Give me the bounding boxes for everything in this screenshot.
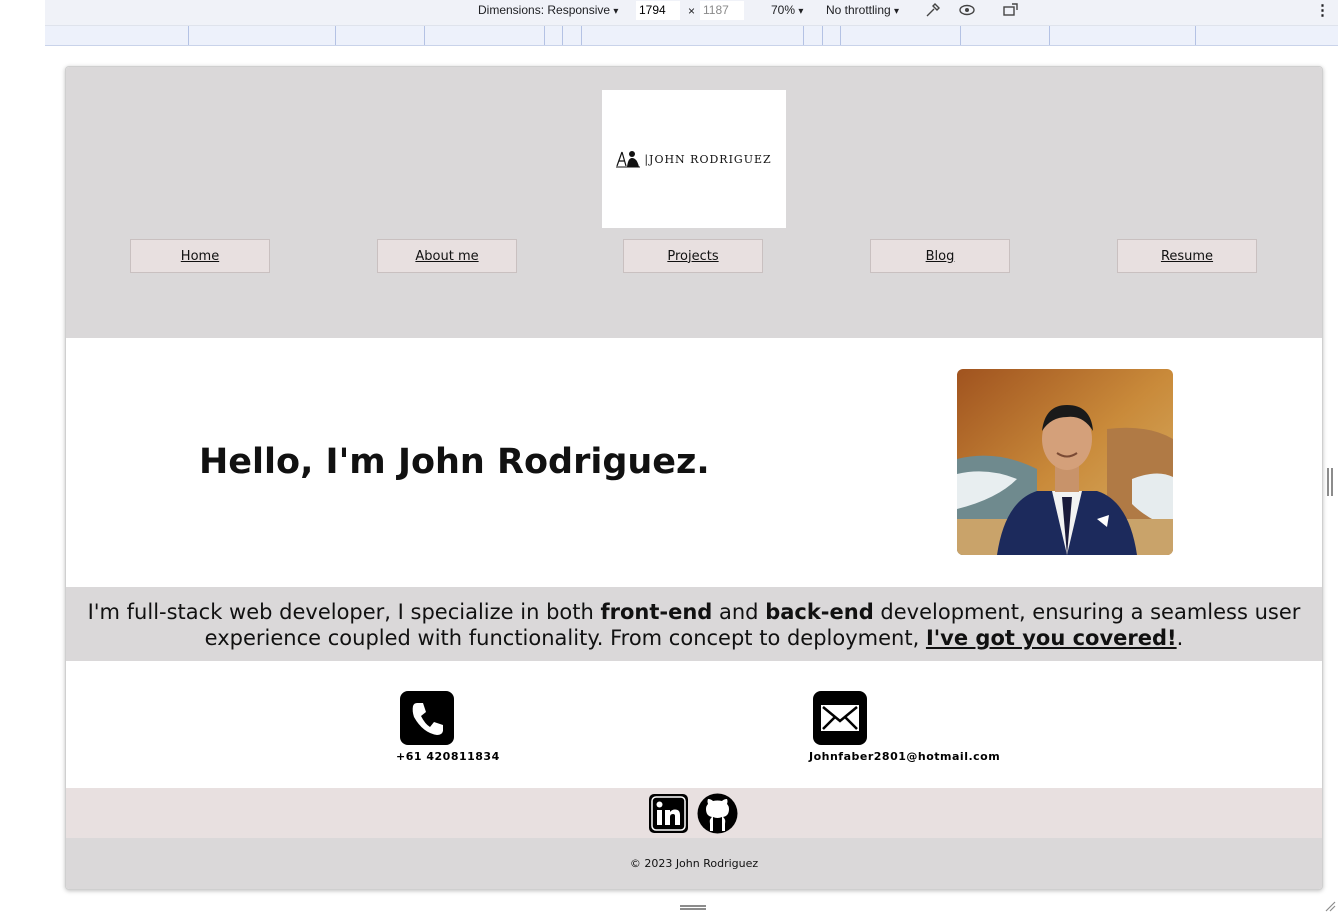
social-links <box>66 788 1322 838</box>
about-frontend: front-end <box>600 600 713 624</box>
media-query-ruler <box>45 26 1338 46</box>
silhouette-logo-icon <box>616 151 641 168</box>
email-icon[interactable] <box>813 691 867 745</box>
nav-projects-button[interactable]: Projects <box>623 239 763 273</box>
ruler-tick <box>960 26 961 45</box>
ruler-tick <box>803 26 804 45</box>
about-text-1: I'm full-stack web developer, I speciali… <box>87 600 601 624</box>
times-sign: × <box>688 4 696 18</box>
throttling-dropdown[interactable]: No throttling ▾ <box>826 3 899 17</box>
width-input[interactable]: 1794 <box>636 1 680 20</box>
ruler-tick <box>822 26 823 45</box>
ruler-tick <box>840 26 841 45</box>
dimensions-dropdown[interactable]: Dimensions: Responsive ▾ <box>478 3 618 17</box>
phone-icon[interactable] <box>400 691 454 745</box>
logo-text: |JOHN RODRIGUEZ <box>644 152 772 166</box>
about-text-4: . <box>1176 626 1184 650</box>
nav-blog-button[interactable]: Blog <box>870 239 1010 273</box>
rotate-icon[interactable] <box>1002 1 1020 22</box>
more-options-icon[interactable]: ⋮ <box>1315 1 1330 19</box>
resize-handle-bottom[interactable] <box>680 905 706 910</box>
profile-photo <box>957 369 1173 555</box>
about-text-2: and <box>712 600 766 624</box>
ruler-tick <box>188 26 189 45</box>
site-logo[interactable]: |JOHN RODRIGUEZ <box>602 90 786 228</box>
site-header: |JOHN RODRIGUEZ Home About me Projects B… <box>66 67 1322 338</box>
ruler-tick <box>562 26 563 45</box>
email-address: Johnfaber2801@hotmail.com <box>809 750 1001 763</box>
phone-number: +61 420811834 <box>396 750 500 763</box>
resize-handle-right[interactable] <box>1327 468 1333 496</box>
linkedin-icon[interactable] <box>649 794 688 833</box>
about-blurb: I'm full-stack web developer, I speciali… <box>66 587 1322 661</box>
zoom-label: 70% <box>771 3 796 17</box>
chevron-down-icon: ▾ <box>894 6 900 17</box>
ruler-tick <box>335 26 336 45</box>
copyright-text: © 2023 John Rodriguez <box>629 857 759 870</box>
ruler-tick <box>1049 26 1050 45</box>
chevron-down-icon: ▾ <box>798 6 804 17</box>
height-input[interactable]: 1187 <box>700 1 744 20</box>
github-icon[interactable] <box>697 793 738 834</box>
hero-section: Hello, I'm John Rodriguez. <box>66 338 1322 587</box>
zoom-dropdown[interactable]: 70% ▾ <box>771 3 803 17</box>
contact-section: +61 420811834 Johnfaber2801@hotmail.com <box>66 661 1322 788</box>
throttling-label: No throttling <box>826 3 891 17</box>
page-viewport: |JOHN RODRIGUEZ Home About me Projects B… <box>65 66 1323 890</box>
resize-corner-icon[interactable] <box>1324 897 1336 912</box>
dimensions-label: Dimensions: Responsive <box>478 3 611 17</box>
ruler-tick <box>581 26 582 45</box>
chevron-down-icon: ▾ <box>613 6 619 17</box>
nav-home-button[interactable]: Home <box>130 239 270 273</box>
ruler-tick <box>544 26 545 45</box>
nav-resume-button[interactable]: Resume <box>1117 239 1257 273</box>
about-backend: back-end <box>765 600 874 624</box>
site-footer: © 2023 John Rodriguez <box>66 838 1322 889</box>
ruler-tick <box>424 26 425 45</box>
eye-icon[interactable] <box>958 2 976 21</box>
device-toolbar: Dimensions: Responsive ▾ 1794 × 1187 70%… <box>45 0 1338 26</box>
left-pane <box>0 0 45 911</box>
hero-title: Hello, I'm John Rodriguez. <box>199 442 710 482</box>
eyedropper-icon[interactable] <box>924 1 942 22</box>
nav-about-button[interactable]: About me <box>377 239 517 273</box>
covered-link[interactable]: I've got you covered! <box>926 626 1177 650</box>
ruler-tick <box>1195 26 1196 45</box>
